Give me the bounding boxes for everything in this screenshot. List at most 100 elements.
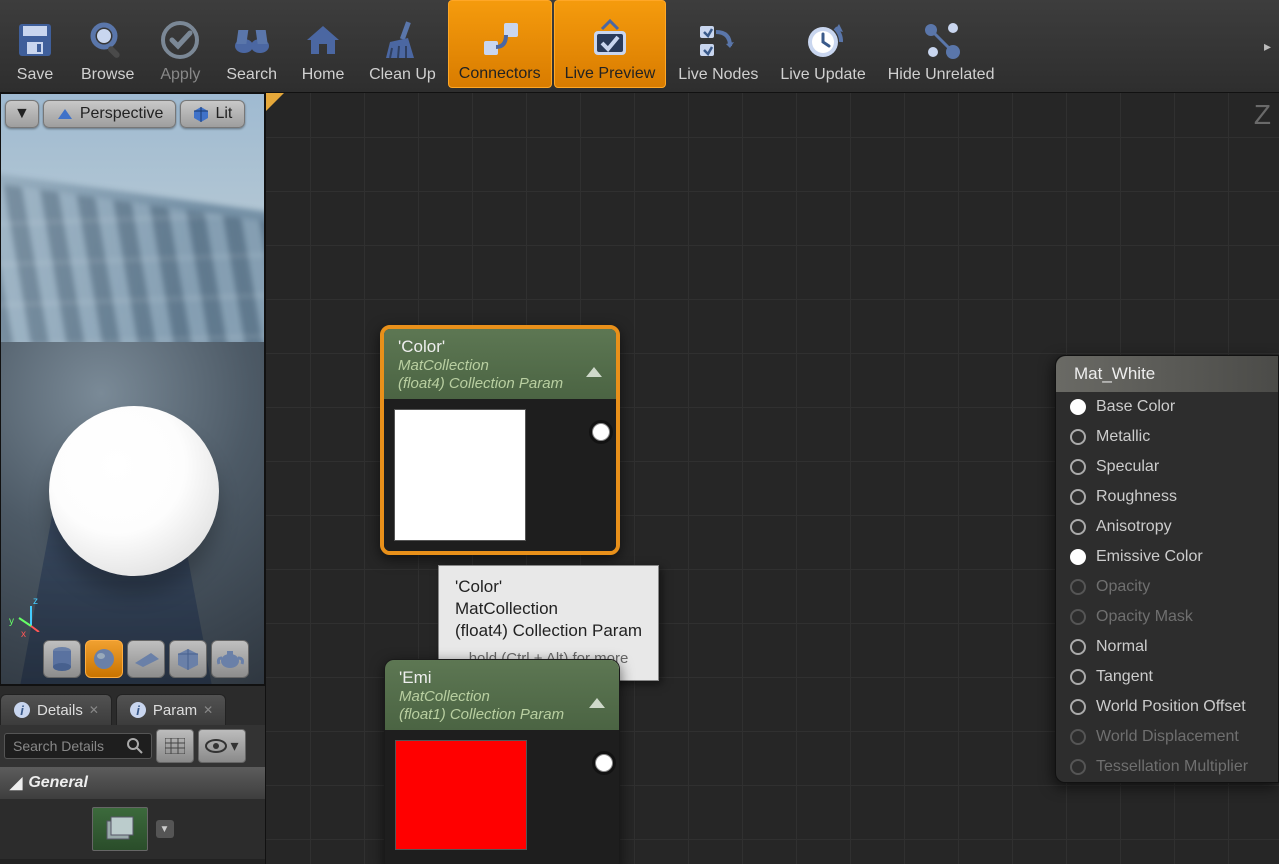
node-header[interactable]: Mat_White: [1056, 356, 1278, 392]
home-button[interactable]: Home: [289, 0, 357, 88]
input-pin[interactable]: [1070, 519, 1086, 535]
pin-label: Specular: [1096, 458, 1159, 476]
axis-gizmo: zyx: [13, 602, 47, 636]
material-thumbnail[interactable]: [92, 807, 148, 851]
shape-sphere-button[interactable]: [85, 640, 123, 678]
input-pin[interactable]: [1070, 639, 1086, 655]
node-handle[interactable]: [402, 325, 424, 327]
input-pin[interactable]: [1070, 459, 1086, 475]
input-pin[interactable]: [1070, 759, 1086, 775]
graph-zoom-label: Z: [1254, 99, 1271, 131]
material-pin-tangent[interactable]: Tangent: [1056, 662, 1278, 692]
shape-teapot-button[interactable]: [211, 640, 249, 678]
section-general-body: ▼: [0, 799, 265, 859]
magnifier-icon: [84, 16, 132, 64]
node-emissive-param[interactable]: 'Emi MatCollection (float1) Collection P…: [384, 659, 620, 864]
home-icon: [299, 16, 347, 64]
material-pin-metallic[interactable]: Metallic: [1056, 422, 1278, 452]
view-options-button[interactable]: ▾: [198, 729, 246, 763]
preview-shape-row: [43, 640, 249, 678]
hide-unrelated-button[interactable]: Hide Unrelated: [878, 0, 1005, 88]
input-pin[interactable]: [1070, 399, 1086, 415]
pin-label: Tangent: [1096, 668, 1153, 686]
node-material-output[interactable]: Mat_White Base Color Metallic Specular Roug…: [1055, 355, 1279, 783]
shape-cube-button[interactable]: [169, 640, 207, 678]
input-pin[interactable]: [1070, 429, 1086, 445]
property-matrix-button[interactable]: [156, 729, 194, 763]
material-pin-normal[interactable]: Normal: [1056, 632, 1278, 662]
node-header[interactable]: 'Color' MatCollection (float4) Collectio…: [384, 329, 616, 399]
viewport-perspective-dropdown[interactable]: Perspective: [43, 100, 177, 128]
collapse-icon[interactable]: [589, 698, 605, 708]
binoculars-icon: [228, 16, 276, 64]
details-tabs: i Details ✕ i Param ✕: [0, 685, 265, 725]
search-icon: [127, 738, 143, 754]
node-header[interactable]: 'Emi MatCollection (float1) Collection P…: [385, 660, 619, 730]
pin-label: World Displacement: [1096, 728, 1239, 746]
tab-params[interactable]: i Param ✕: [116, 694, 226, 725]
connectors-button[interactable]: Connectors: [448, 0, 552, 88]
pin-label: Opacity: [1096, 578, 1150, 596]
apply-button[interactable]: Apply: [146, 0, 214, 88]
pin-label: Roughness: [1096, 488, 1177, 506]
input-pin[interactable]: [1070, 549, 1086, 565]
shape-plane-button[interactable]: [127, 640, 165, 678]
hide-nodes-icon: [917, 16, 965, 64]
material-pin-base-color[interactable]: Base Color: [1056, 392, 1278, 422]
material-pin-anisotropy[interactable]: Anisotropy: [1056, 512, 1278, 542]
live-nodes-button[interactable]: Live Nodes: [668, 0, 768, 88]
graph-wires: [266, 93, 566, 243]
preview-viewport[interactable]: ▼ Perspective Lit zyx: [0, 93, 265, 685]
material-pin-opacity-mask[interactable]: Opacity Mask: [1056, 602, 1278, 632]
pin-label: Base Color: [1096, 398, 1175, 416]
material-pin-world-position-offset[interactable]: World Position Offset: [1056, 692, 1278, 722]
live-update-button[interactable]: Live Update: [770, 0, 875, 88]
thumb-dropdown[interactable]: ▼: [156, 820, 174, 838]
viewport-menu-dropdown[interactable]: ▼: [5, 100, 39, 128]
live-preview-button[interactable]: Live Preview: [554, 0, 667, 88]
input-pin[interactable]: [1070, 579, 1086, 595]
pin-label: World Position Offset: [1096, 698, 1246, 716]
tab-close-icon[interactable]: ✕: [89, 703, 99, 717]
save-icon: [11, 16, 59, 64]
main-toolbar: Save Browse Apply Search Home Clean Up C…: [0, 0, 1279, 93]
color-swatch: [395, 740, 527, 850]
section-general-header[interactable]: ◢General: [0, 767, 265, 799]
input-pin[interactable]: [1070, 669, 1086, 685]
cleanup-button[interactable]: Clean Up: [359, 0, 446, 88]
material-pin-specular[interactable]: Specular: [1056, 452, 1278, 482]
node-color-param[interactable]: 'Color' MatCollection (float4) Collectio…: [380, 325, 620, 555]
material-pin-opacity[interactable]: Opacity: [1056, 572, 1278, 602]
input-pin[interactable]: [1070, 489, 1086, 505]
input-pin[interactable]: [1070, 729, 1086, 745]
toolbar-overflow-icon[interactable]: ▸: [1264, 38, 1271, 55]
shape-cylinder-button[interactable]: [43, 640, 81, 678]
eye-icon: [205, 739, 227, 753]
browse-button[interactable]: Browse: [71, 0, 144, 88]
details-search-input[interactable]: Search Details: [4, 733, 152, 759]
search-button[interactable]: Search: [216, 0, 287, 88]
connectors-icon: [476, 15, 524, 63]
cube-icon: [193, 106, 209, 122]
save-button[interactable]: Save: [1, 0, 69, 88]
input-pin[interactable]: [1070, 609, 1086, 625]
pin-label: Normal: [1096, 638, 1148, 656]
material-pin-world-displacement[interactable]: World Displacement: [1056, 722, 1278, 752]
output-pin[interactable]: [595, 754, 613, 772]
material-pin-emissive-color[interactable]: Emissive Color: [1056, 542, 1278, 572]
check-icon: [156, 16, 204, 64]
nodes-refresh-icon: [694, 16, 742, 64]
svg-text:i: i: [20, 703, 24, 718]
pin-label: Anisotropy: [1096, 518, 1172, 536]
tab-details[interactable]: i Details ✕: [0, 694, 112, 725]
tv-check-icon: [586, 15, 634, 63]
material-pin-tessellation-multiplier[interactable]: Tessellation Multiplier: [1056, 752, 1278, 782]
collapse-icon[interactable]: [586, 367, 602, 377]
broom-icon: [378, 16, 426, 64]
material-graph[interactable]: Z 'Color' MatCollection (float4) Collect…: [265, 93, 1279, 864]
material-pin-roughness[interactable]: Roughness: [1056, 482, 1278, 512]
output-pin[interactable]: [592, 423, 610, 441]
viewport-lit-dropdown[interactable]: Lit: [180, 100, 245, 128]
input-pin[interactable]: [1070, 699, 1086, 715]
tab-close-icon[interactable]: ✕: [203, 703, 213, 717]
